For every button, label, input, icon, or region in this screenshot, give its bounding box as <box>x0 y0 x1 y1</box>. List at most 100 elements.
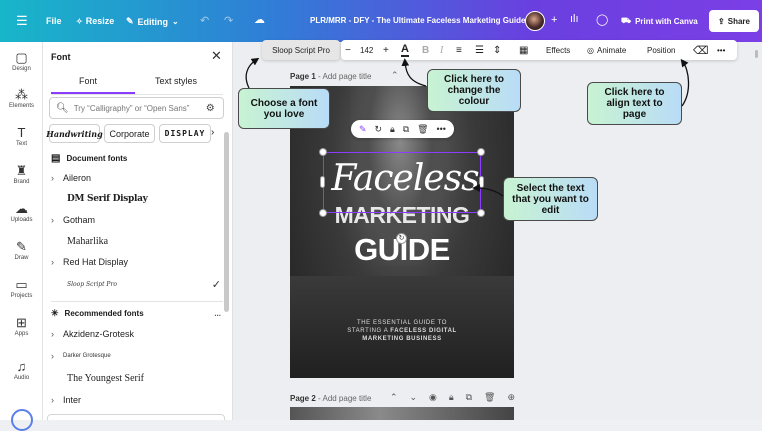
text-color-button[interactable]: A <box>401 43 409 57</box>
redo-icon[interactable]: ↷ <box>224 14 233 27</box>
delete-icon[interactable]: 🗑︎ <box>417 124 428 135</box>
duplicate-icon[interactable]: ⧉ <box>466 392 472 403</box>
font-size-decrease-button[interactable]: − <box>345 45 351 56</box>
chip-corporate[interactable]: Corporate <box>104 124 155 143</box>
design-icon: ▢ <box>15 50 28 65</box>
resize-button[interactable]: ✧ Resize <box>76 16 114 26</box>
tab-text-styles[interactable]: Text styles <box>155 76 197 86</box>
resize-handle-right[interactable] <box>479 176 484 188</box>
chip-display[interactable]: DISPLAY <box>159 124 211 143</box>
font-item-red-hat-display[interactable]: › Red Hat Display <box>51 252 221 272</box>
font-selector[interactable]: Sloop Script Pro <box>262 40 340 60</box>
undo-icon[interactable]: ↶ <box>200 14 209 27</box>
animate-button[interactable]: ◎ Animate <box>587 46 626 55</box>
apps-icon: ⊞ <box>16 315 27 330</box>
font-search-box[interactable]: 🔍︎ ⚙ <box>49 97 224 119</box>
file-menu[interactable]: File <box>46 16 62 26</box>
sidebar-item-design[interactable]: ▢ Design <box>0 50 43 72</box>
font-item-gotham[interactable]: › Gotham <box>51 210 221 230</box>
more-options-button[interactable]: ••• <box>717 46 725 55</box>
sidebar-item-uploads[interactable]: ☁ Uploads <box>0 201 43 223</box>
chip-handwriting[interactable]: Handwriting <box>46 124 103 143</box>
print-with-canva-button[interactable]: ⛟ Print with Canva <box>621 16 698 26</box>
filter-icon[interactable]: ⚙ <box>206 103 215 114</box>
font-search-input[interactable] <box>73 103 202 113</box>
font-item-akzidenz-grotesk[interactable]: › Akzidenz-Grotesk <box>51 324 221 344</box>
chevron-up-icon[interactable]: ⌃ <box>390 392 398 403</box>
more-options-icon[interactable]: ... <box>214 309 221 318</box>
resize-handle-top-right[interactable] <box>477 148 485 156</box>
rotate-handle-icon[interactable]: ↻ <box>396 233 407 244</box>
bold-button[interactable]: B <box>422 45 429 56</box>
editing-dropdown[interactable]: ✎ Editing ⌄ <box>126 16 179 27</box>
more-icon[interactable]: ••• <box>437 124 446 134</box>
subtitle-line-1[interactable]: THE ESSENTIAL GUIDE TO <box>290 320 514 326</box>
cloud-save-icon[interactable]: ☁ <box>254 13 265 26</box>
selection-box[interactable] <box>323 152 481 213</box>
page-2-header[interactable]: Page 2 - Add page title <box>290 394 371 403</box>
sidebar-item-audio[interactable]: ♫ Audio <box>0 359 43 381</box>
sidebar-item-elements[interactable]: ⁂ Elements <box>0 87 43 109</box>
subtitle-line-2[interactable]: STARTING A FACELESS DIGITAL <box>290 328 514 334</box>
sidebar-item-brand[interactable]: ♜ Brand <box>0 163 43 185</box>
sidebar-item-projects[interactable]: ▭ Projects <box>0 277 43 299</box>
share-button[interactable]: ⇪ Share <box>709 10 759 32</box>
bottom-search-box[interactable] <box>47 414 225 420</box>
magic-icon[interactable] <box>11 409 33 431</box>
checkmark-icon: ✓ <box>211 278 221 291</box>
elements-icon: ⁂ <box>15 87 28 102</box>
add-page-icon[interactable]: ⊕ <box>507 392 515 403</box>
paint-format-icon[interactable]: ⌫ <box>693 44 709 57</box>
lock-icon[interactable]: 🔒︎ <box>390 124 395 135</box>
page-2-canvas[interactable] <box>290 407 514 420</box>
resize-handle-bottom-left[interactable] <box>319 209 327 217</box>
add-collaborator-icon[interactable]: + <box>551 14 557 26</box>
position-button[interactable]: Position <box>647 46 675 55</box>
font-size-increase-button[interactable]: + <box>383 45 389 56</box>
pencil-icon: ✎ <box>126 16 134 26</box>
lock-icon[interactable]: 🔒︎ <box>449 392 454 403</box>
menu-icon[interactable]: ☰ <box>16 13 28 29</box>
sidebar-item-text[interactable]: T Text <box>0 125 43 147</box>
magic-write-icon[interactable]: ✎ <box>359 124 367 135</box>
align-center-icon[interactable]: ≡ <box>456 45 462 56</box>
font-size-input[interactable]: 142 <box>360 46 373 55</box>
analytics-icon[interactable]: ılı <box>570 13 579 25</box>
avatar[interactable] <box>525 11 545 31</box>
chevron-right-icon: › <box>51 215 54 225</box>
document-fonts-header: ▤ Document fonts <box>51 153 128 164</box>
tab-font[interactable]: Font <box>79 76 97 86</box>
font-item-aileron[interactable]: › Aileron <box>51 168 221 188</box>
font-item-sloop-script-pro[interactable]: Sloop Script Pro ✓ <box>51 274 221 294</box>
document-title[interactable]: PLR/MRR - DFY - The Ultimate Faceless Ma… <box>310 16 525 25</box>
sidebar-item-draw[interactable]: ✎ Draw <box>0 239 43 261</box>
font-item-the-youngest-serif[interactable]: The Youngest Serif <box>51 368 221 388</box>
font-item-dm-serif-display[interactable]: DM Serif Display <box>51 189 221 209</box>
effects-button[interactable]: Effects <box>546 46 570 55</box>
transparency-icon[interactable]: ▦ <box>519 45 528 56</box>
bullet-list-icon[interactable]: ☰ <box>475 45 484 56</box>
canvas-scrollbar[interactable] <box>755 50 758 58</box>
rotate-icon[interactable]: ↻ <box>374 124 382 135</box>
resize-handle-bottom-right[interactable] <box>477 209 485 217</box>
duplicate-icon[interactable]: ⧉ <box>403 124 409 135</box>
subtitle-line-3[interactable]: MARKETING BUSINESS <box>290 336 514 342</box>
italic-button[interactable]: I <box>440 45 443 56</box>
sidebar-item-apps[interactable]: ⊞ Apps <box>0 315 43 337</box>
resize-handle-top-left[interactable] <box>319 148 327 156</box>
font-item-darker-grotesque[interactable]: › Darker Grotesque <box>51 346 221 366</box>
delete-icon[interactable]: 🗑︎ <box>484 392 495 403</box>
chevron-right-icon[interactable]: › <box>211 127 214 138</box>
font-item-maharlika[interactable]: Maharlika <box>51 231 221 251</box>
chevron-up-icon[interactable]: ⌃ <box>391 70 399 81</box>
close-icon[interactable]: ✕ <box>211 48 222 64</box>
page-1-header[interactable]: Page 1 - Add page title <box>290 72 371 81</box>
comment-icon[interactable]: ◯ <box>596 13 608 26</box>
tab-divider <box>51 94 223 95</box>
resize-handle-left[interactable] <box>320 176 325 188</box>
font-item-inter[interactable]: › Inter <box>51 390 221 410</box>
chevron-down-icon[interactable]: ⌄ <box>410 392 418 403</box>
hide-icon[interactable]: ◉ <box>429 392 437 403</box>
letter-spacing-icon[interactable]: ⇕ <box>493 45 501 56</box>
panel-scrollbar[interactable] <box>224 132 229 312</box>
